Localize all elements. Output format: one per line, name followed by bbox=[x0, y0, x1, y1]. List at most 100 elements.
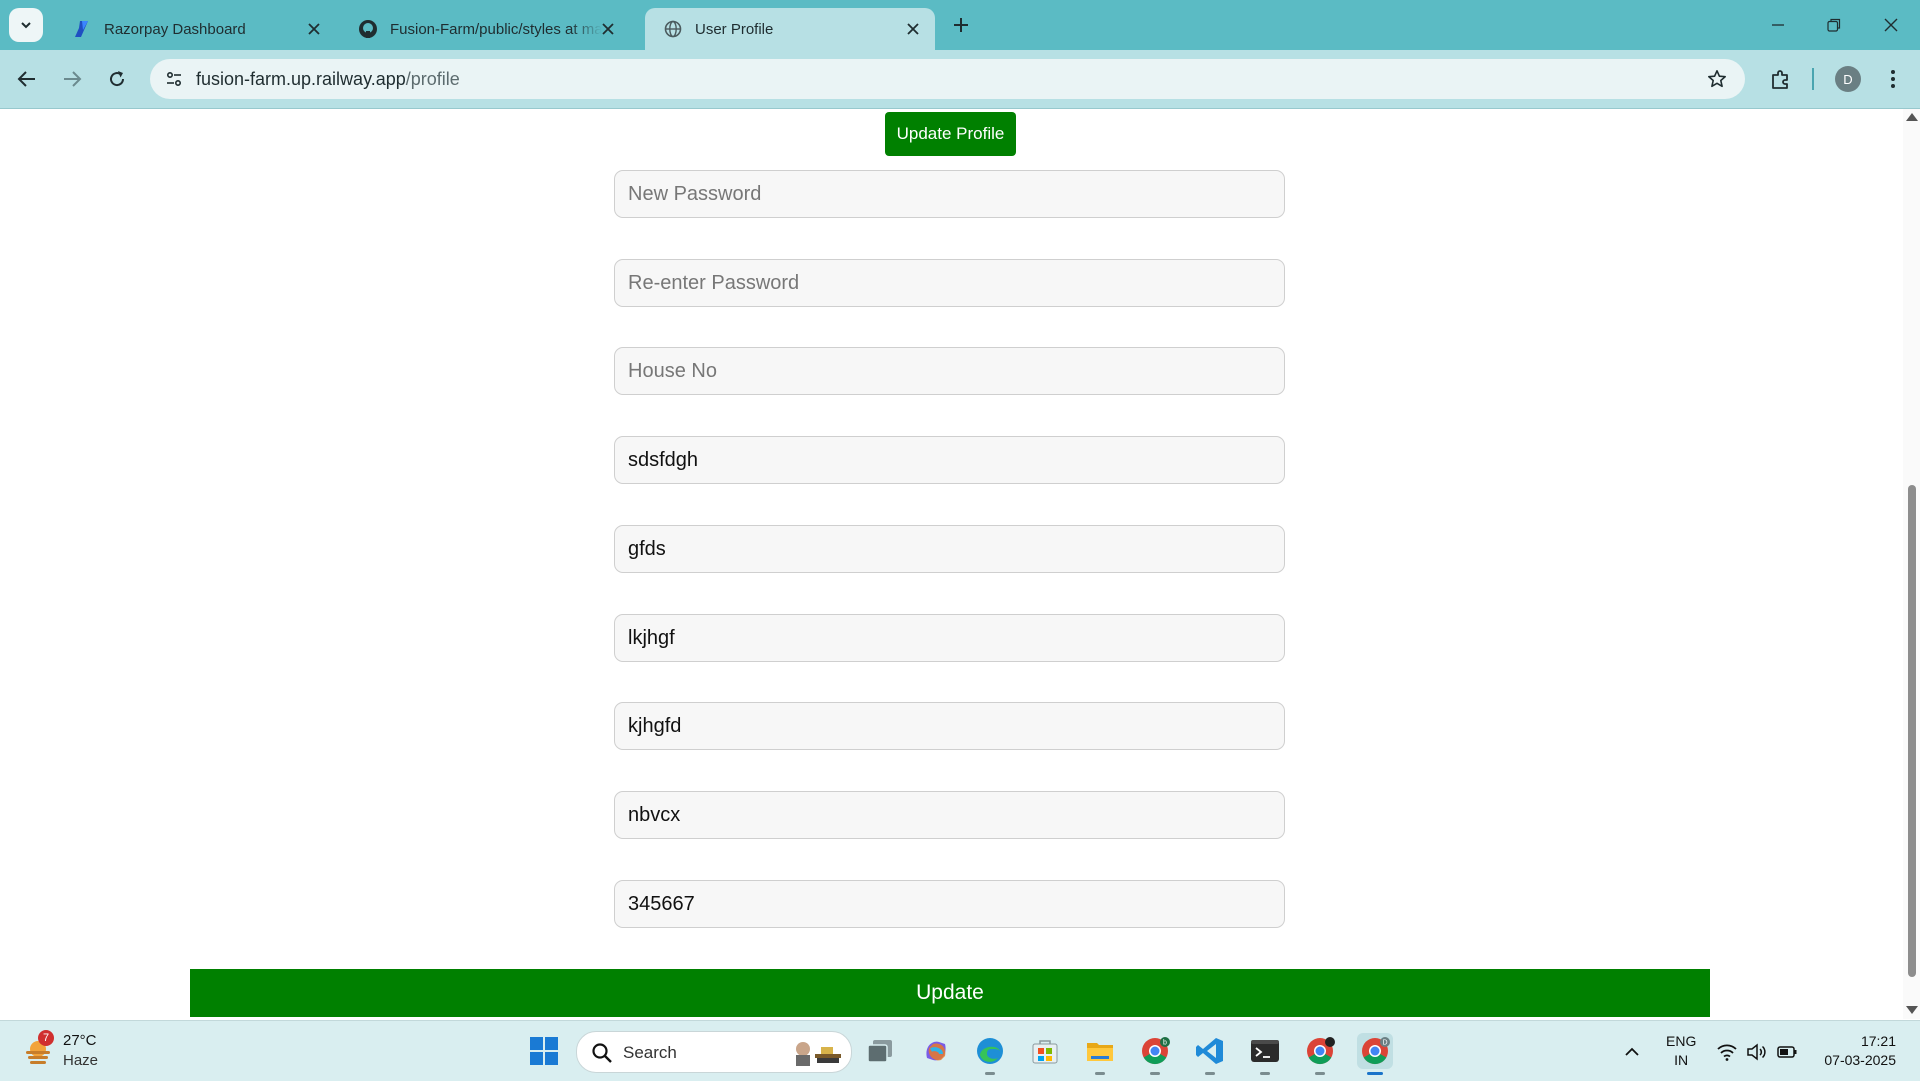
region-code: IN bbox=[1674, 1052, 1689, 1068]
globe-icon bbox=[663, 19, 683, 39]
edge-icon bbox=[977, 1038, 1003, 1064]
show-hidden-icons-button[interactable] bbox=[1622, 1042, 1642, 1062]
battery-icon[interactable] bbox=[1776, 1041, 1798, 1063]
wifi-icon[interactable] bbox=[1716, 1041, 1738, 1063]
terminal-app[interactable] bbox=[1247, 1033, 1283, 1075]
microsoft-store-app[interactable] bbox=[1027, 1033, 1063, 1069]
chrome-app-profile-2[interactable] bbox=[1302, 1033, 1338, 1075]
tab-title: Razorpay Dashboard bbox=[104, 20, 246, 38]
language-indicator[interactable]: ENG IN bbox=[1666, 1032, 1696, 1070]
volume-icon[interactable] bbox=[1745, 1041, 1767, 1063]
update-button[interactable]: Update bbox=[190, 969, 1710, 1017]
chevron-down-icon bbox=[21, 22, 31, 29]
page-viewport: Update Profile New Password Re-enter Pas… bbox=[0, 109, 1920, 1019]
running-indicator bbox=[1315, 1072, 1325, 1075]
page-scrollbar[interactable] bbox=[1903, 109, 1920, 1019]
razorpay-icon bbox=[72, 19, 92, 39]
language-code: ENG bbox=[1666, 1033, 1697, 1049]
close-icon bbox=[1884, 18, 1898, 32]
weather-temperature: 27°C bbox=[63, 1032, 97, 1049]
site-info-icon[interactable] bbox=[160, 65, 188, 93]
running-indicator bbox=[1095, 1072, 1105, 1075]
terminal-icon bbox=[1251, 1040, 1279, 1062]
vscode-app[interactable] bbox=[1192, 1033, 1228, 1075]
tab-user-profile[interactable]: User Profile bbox=[645, 8, 935, 50]
task-view-button[interactable] bbox=[862, 1033, 898, 1069]
restore-icon bbox=[1827, 18, 1841, 32]
chrome-app-active[interactable]: D bbox=[1357, 1033, 1393, 1075]
bookmark-star-icon[interactable] bbox=[1705, 67, 1729, 91]
chevron-up-icon bbox=[1625, 1047, 1639, 1056]
update-profile-button[interactable]: Update Profile bbox=[885, 112, 1016, 156]
url-path: /profile bbox=[405, 69, 460, 89]
taskbar-search-box[interactable]: Search bbox=[576, 1031, 852, 1073]
close-window-button[interactable] bbox=[1874, 10, 1908, 40]
vscode-icon bbox=[1196, 1038, 1223, 1064]
scroll-down-arrow-icon[interactable] bbox=[1906, 1006, 1918, 1014]
puzzle-icon bbox=[1772, 70, 1788, 89]
city-input[interactable]: lkjhgf bbox=[614, 614, 1285, 662]
browser-menu-button[interactable] bbox=[1880, 64, 1906, 94]
minimize-button[interactable] bbox=[1761, 10, 1795, 40]
running-indicator bbox=[1260, 1072, 1270, 1075]
state-input[interactable]: kjhgfd bbox=[614, 702, 1285, 750]
search-icon bbox=[592, 1043, 612, 1063]
start-button[interactable] bbox=[526, 1033, 562, 1069]
close-tab-icon[interactable] bbox=[304, 19, 324, 39]
address-bar[interactable]: fusion-farm.up.railway.app/profile bbox=[150, 59, 1745, 99]
country-input[interactable]: nbvcx bbox=[614, 791, 1285, 839]
address-line-input[interactable]: sdsfdgh bbox=[614, 436, 1285, 484]
url-text: fusion-farm.up.railway.app/profile bbox=[196, 69, 460, 90]
running-indicator bbox=[1367, 1072, 1383, 1075]
edge-app[interactable] bbox=[972, 1033, 1008, 1075]
back-button[interactable] bbox=[12, 64, 42, 94]
toolbar-divider bbox=[1812, 68, 1814, 90]
reload-icon bbox=[110, 71, 125, 87]
arrow-left-icon bbox=[17, 71, 35, 87]
tab-razorpay[interactable]: Razorpay Dashboard bbox=[54, 8, 336, 50]
system-clock[interactable]: 17:21 07-03-2025 bbox=[1812, 1032, 1896, 1070]
arrow-right-icon bbox=[64, 71, 82, 87]
chrome-icon: D bbox=[1362, 1037, 1390, 1065]
street-input[interactable]: gfds bbox=[614, 525, 1285, 573]
restore-button[interactable] bbox=[1817, 10, 1851, 40]
minimize-icon bbox=[1772, 24, 1784, 26]
clock-date: 07-03-2025 bbox=[1824, 1052, 1896, 1068]
chrome-app-profile-b[interactable]: b bbox=[1137, 1033, 1173, 1075]
svg-text:b: b bbox=[1163, 1040, 1167, 1047]
forward-button[interactable] bbox=[57, 64, 87, 94]
windows-taskbar: 7 27°C Haze Search b D ENG IN 17:21 07-0… bbox=[0, 1020, 1920, 1081]
url-host: fusion-farm.up.railway.app bbox=[196, 69, 406, 89]
file-explorer-app[interactable] bbox=[1082, 1033, 1118, 1075]
new-password-input[interactable]: New Password bbox=[614, 170, 1285, 218]
chrome-icon bbox=[1307, 1037, 1335, 1065]
tab-title: Fusion-Farm/public/styles at main bbox=[390, 20, 602, 38]
reenter-password-input[interactable]: Re-enter Password bbox=[614, 259, 1285, 307]
copilot-button[interactable] bbox=[918, 1033, 954, 1069]
scrollbar-thumb[interactable] bbox=[1908, 485, 1916, 977]
running-indicator bbox=[1205, 1072, 1215, 1075]
task-view-icon bbox=[867, 1040, 892, 1063]
tab-github[interactable]: Fusion-Farm/public/styles at main bbox=[340, 8, 630, 50]
tab-title: User Profile bbox=[695, 20, 774, 38]
profile-avatar[interactable]: D bbox=[1835, 66, 1861, 92]
scroll-up-arrow-icon[interactable] bbox=[1906, 113, 1918, 121]
close-tab-icon[interactable] bbox=[598, 19, 618, 39]
windows-logo-icon bbox=[530, 1037, 558, 1065]
extensions-button[interactable] bbox=[1766, 64, 1796, 94]
svg-text:D: D bbox=[1382, 1040, 1387, 1047]
chrome-icon: b bbox=[1142, 1037, 1170, 1065]
new-tab-button[interactable] bbox=[948, 12, 974, 38]
plus-icon bbox=[954, 18, 968, 32]
store-icon bbox=[1032, 1040, 1058, 1064]
reload-button[interactable] bbox=[102, 64, 132, 94]
github-icon bbox=[358, 19, 378, 39]
running-indicator bbox=[985, 1072, 995, 1075]
pincode-input[interactable]: 345667 bbox=[614, 880, 1285, 928]
clock-time: 17:21 bbox=[1860, 1033, 1896, 1049]
browser-toolbar: fusion-farm.up.railway.app/profile D bbox=[0, 50, 1920, 109]
house-no-input[interactable]: House No bbox=[614, 347, 1285, 395]
close-tab-icon[interactable] bbox=[903, 19, 923, 39]
tab-search-button[interactable] bbox=[9, 8, 43, 42]
weather-alert-badge: 7 bbox=[38, 1030, 54, 1046]
